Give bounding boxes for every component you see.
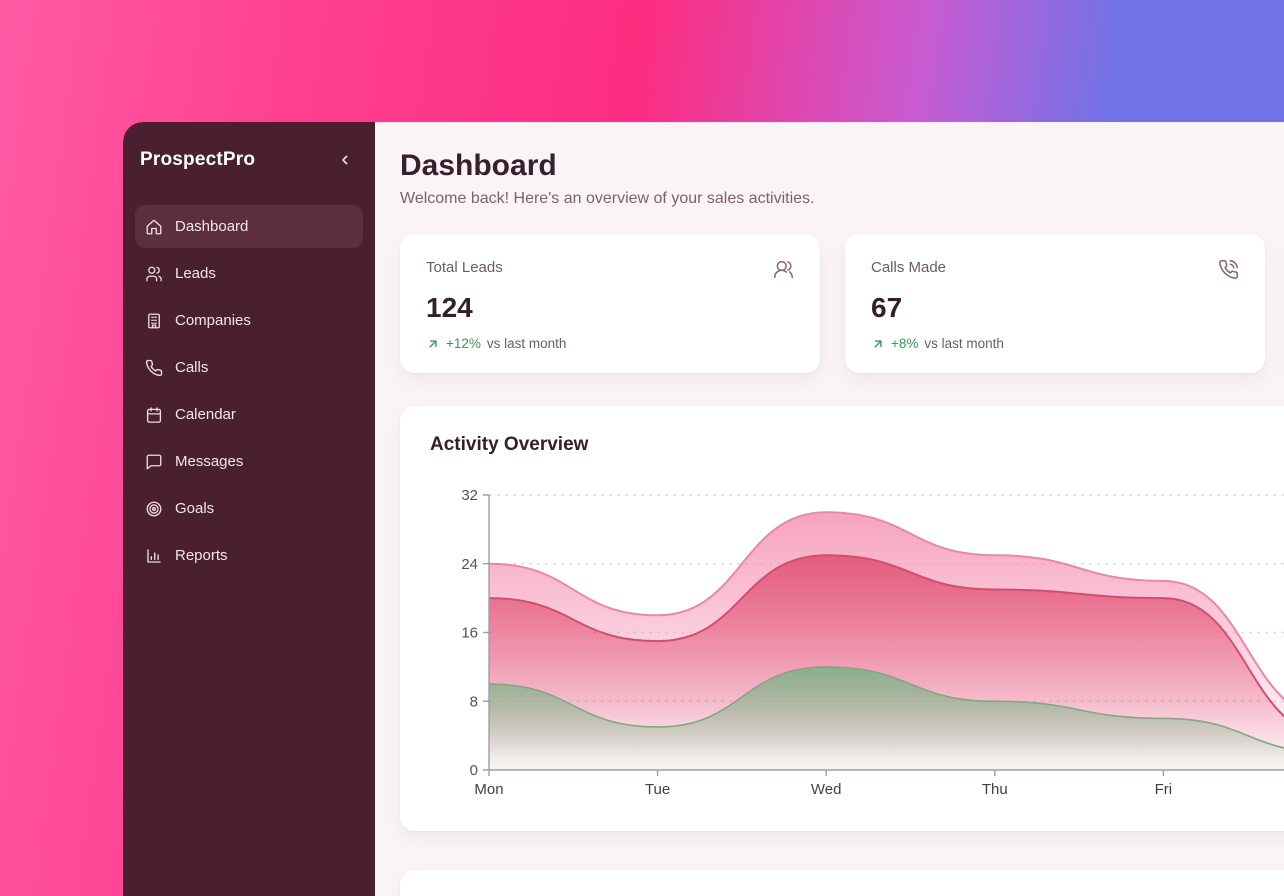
sidebar-collapse-button[interactable] <box>333 148 357 172</box>
stat-label: Total Leads <box>426 259 503 276</box>
sidebar-item-label: Goals <box>175 500 214 517</box>
sidebar-item-label: Companies <box>175 312 251 329</box>
chart-title: Activity Overview <box>430 434 1284 456</box>
users-round-icon <box>773 259 794 280</box>
trend-up-arrow-icon <box>871 337 885 351</box>
main-content: Dashboard Welcome back! Here's an overvi… <box>400 148 1284 896</box>
x-axis-tick-label: Tue <box>645 781 670 798</box>
sidebar-item-label: Calendar <box>175 406 236 423</box>
sidebar-item-reports[interactable]: Reports <box>135 534 363 577</box>
sidebar-item-messages[interactable]: Messages <box>135 440 363 483</box>
stat-value: 124 <box>426 292 794 324</box>
sidebar-item-leads[interactable]: Leads <box>135 252 363 295</box>
page-title: Dashboard <box>400 148 1284 184</box>
y-axis-tick-label: 8 <box>470 693 478 710</box>
trend-suffix: vs last month <box>924 336 1004 351</box>
chevron-left-icon <box>337 152 353 168</box>
sidebar-item-goals[interactable]: Goals <box>135 487 363 530</box>
page-subtitle: Welcome back! Here's an overview of your… <box>400 190 1284 208</box>
sidebar-item-label: Leads <box>175 265 216 282</box>
stat-label: Calls Made <box>871 259 946 276</box>
message-icon <box>145 453 163 471</box>
stat-card-calls-made: Calls Made 67 +8% vs last month <box>845 234 1265 373</box>
y-axis-tick-label: 0 <box>470 762 478 779</box>
trend-suffix: vs last month <box>487 336 567 351</box>
sidebar-item-dashboard[interactable]: Dashboard <box>135 205 363 248</box>
sidebar-item-label: Calls <box>175 359 208 376</box>
y-axis-tick-label: 16 <box>461 625 478 642</box>
sidebar-item-companies[interactable]: Companies <box>135 299 363 342</box>
stat-card-header: Total Leads <box>426 259 794 280</box>
home-icon <box>145 218 163 236</box>
stat-card-total-leads: Total Leads 124 +12% vs last month <box>400 234 820 373</box>
brand-logo: ProspectPro <box>140 149 255 171</box>
stat-value: 67 <box>871 292 1239 324</box>
main-area: Dashboard Welcome back! Here's an overvi… <box>375 122 1284 896</box>
bar-chart-icon <box>145 547 163 565</box>
target-icon <box>145 500 163 518</box>
sidebar-item-calls[interactable]: Calls <box>135 346 363 389</box>
app-window: ProspectPro Dashboard Leads Companies Calls… <box>123 122 1284 896</box>
sidebar: ProspectPro Dashboard Leads Companies Calls… <box>123 122 375 896</box>
sidebar-header: ProspectPro <box>135 148 363 172</box>
phone-call-icon <box>1218 259 1239 280</box>
stat-card-header: Calls Made <box>871 259 1239 280</box>
stat-trend: +8% vs last month <box>871 336 1239 351</box>
stat-trend: +12% vs last month <box>426 336 794 351</box>
x-axis-tick-label: Mon <box>474 781 503 798</box>
activity-overview-card: Activity Overview 0 8 16 24 32 Mon Tue Wed Thu Fr… <box>400 406 1284 831</box>
y-axis-tick-label: 32 <box>461 487 478 504</box>
x-axis-tick-label: Thu <box>982 781 1008 798</box>
activity-chart-svg: 08162432MonTueWedThuFriSat <box>440 472 1284 812</box>
stats-grid: Total Leads124+12%vs last monthCalls Mad… <box>400 234 1284 373</box>
building-icon <box>145 312 163 330</box>
sidebar-item-calendar[interactable]: Calendar <box>135 393 363 436</box>
sidebar-item-label: Dashboard <box>175 218 248 235</box>
trend-percent: +12% <box>446 336 481 351</box>
trend-percent: +8% <box>891 336 918 351</box>
sidebar-item-label: Messages <box>175 453 243 470</box>
sidebar-item-label: Reports <box>175 547 228 564</box>
x-axis-tick-label: Fri <box>1155 781 1173 798</box>
sidebar-nav: Dashboard Leads Companies Calls Calendar Mess… <box>135 205 363 577</box>
trend-up-arrow-icon <box>426 337 440 351</box>
y-axis-tick-label: 24 <box>461 556 478 573</box>
phone-icon <box>145 359 163 377</box>
calendar-icon <box>145 406 163 424</box>
x-axis-tick-label: Wed <box>811 781 842 798</box>
next-section-card-partial <box>400 870 1284 896</box>
users-icon <box>145 265 163 283</box>
